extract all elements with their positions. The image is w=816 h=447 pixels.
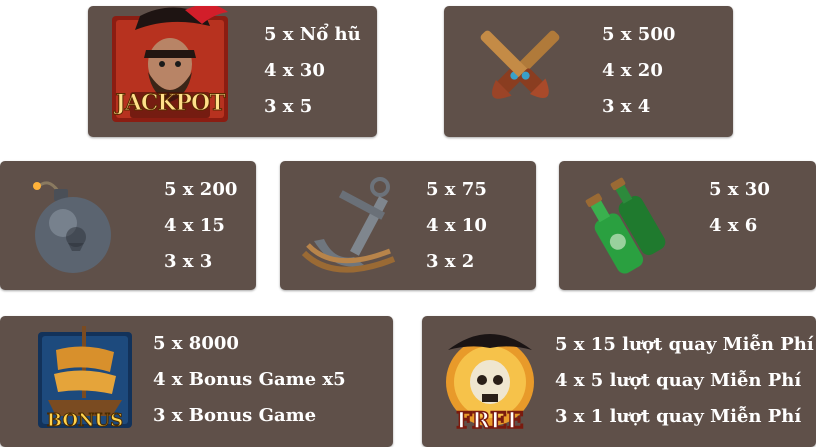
free-skull-icon: FREE (440, 324, 540, 442)
payout-line: 4 x Bonus Game x5 (153, 369, 346, 390)
payout-line: 4 x 6 (709, 215, 758, 236)
bomb-icon (18, 173, 118, 279)
jackpot-badge: JACKPOT (115, 90, 226, 117)
paytable-card-bomb: 5 x 200 4 x 15 3 x 3 (0, 161, 256, 290)
payout-line: 3 x Bonus Game (153, 405, 317, 426)
payout-line: 3 x 1 lượt quay Miễn Phí (555, 406, 802, 427)
paytable-card-pistols: 5 x 500 4 x 20 3 x 4 (444, 6, 733, 137)
crossed-pistols-icon (470, 14, 570, 126)
payout-line: 4 x 20 (602, 60, 663, 81)
payout-line: 3 x 3 (164, 251, 213, 272)
bonus-ship-icon: BONUS (36, 322, 134, 440)
payout-line: 5 x 500 (602, 24, 676, 45)
payout-line: 5 x 75 (426, 179, 487, 200)
paytable-card-anchor: 5 x 75 4 x 10 3 x 2 (280, 161, 536, 290)
jackpot-pirate-icon: JACKPOT (110, 6, 230, 126)
payout-line: 4 x 5 lượt quay Miễn Phí (555, 370, 802, 391)
payout-line: 5 x 8000 (153, 333, 239, 354)
payout-line: 3 x 5 (264, 96, 313, 117)
anchor-icon (294, 173, 406, 279)
rum-bottles-icon (575, 173, 683, 279)
paytable-card-bottles: 5 x 30 4 x 6 (559, 161, 816, 290)
payout-line: 5 x 15 lượt quay Miễn Phí (555, 334, 814, 355)
payout-line: 4 x 10 (426, 215, 487, 236)
payout-line: 3 x 4 (602, 96, 651, 117)
free-badge: FREE (456, 407, 525, 435)
payout-line: 5 x 30 (709, 179, 770, 200)
payout-line: 4 x 15 (164, 215, 225, 236)
paytable-card-free-spins: FREE 5 x 15 lượt quay Miễn Phí 4 x 5 lượ… (422, 316, 816, 447)
paytable-card-bonus: BONUS 5 x 8000 4 x Bonus Game x5 3 x Bon… (0, 316, 393, 447)
paytable-card-jackpot: JACKPOT 5 x Nổ hũ 4 x 30 3 x 5 (88, 6, 377, 137)
payout-line: 4 x 30 (264, 60, 325, 81)
payout-line: 5 x Nổ hũ (264, 24, 361, 45)
payout-line: 5 x 200 (164, 179, 238, 200)
payout-line: 3 x 2 (426, 251, 475, 272)
bonus-badge: BONUS (46, 410, 124, 432)
